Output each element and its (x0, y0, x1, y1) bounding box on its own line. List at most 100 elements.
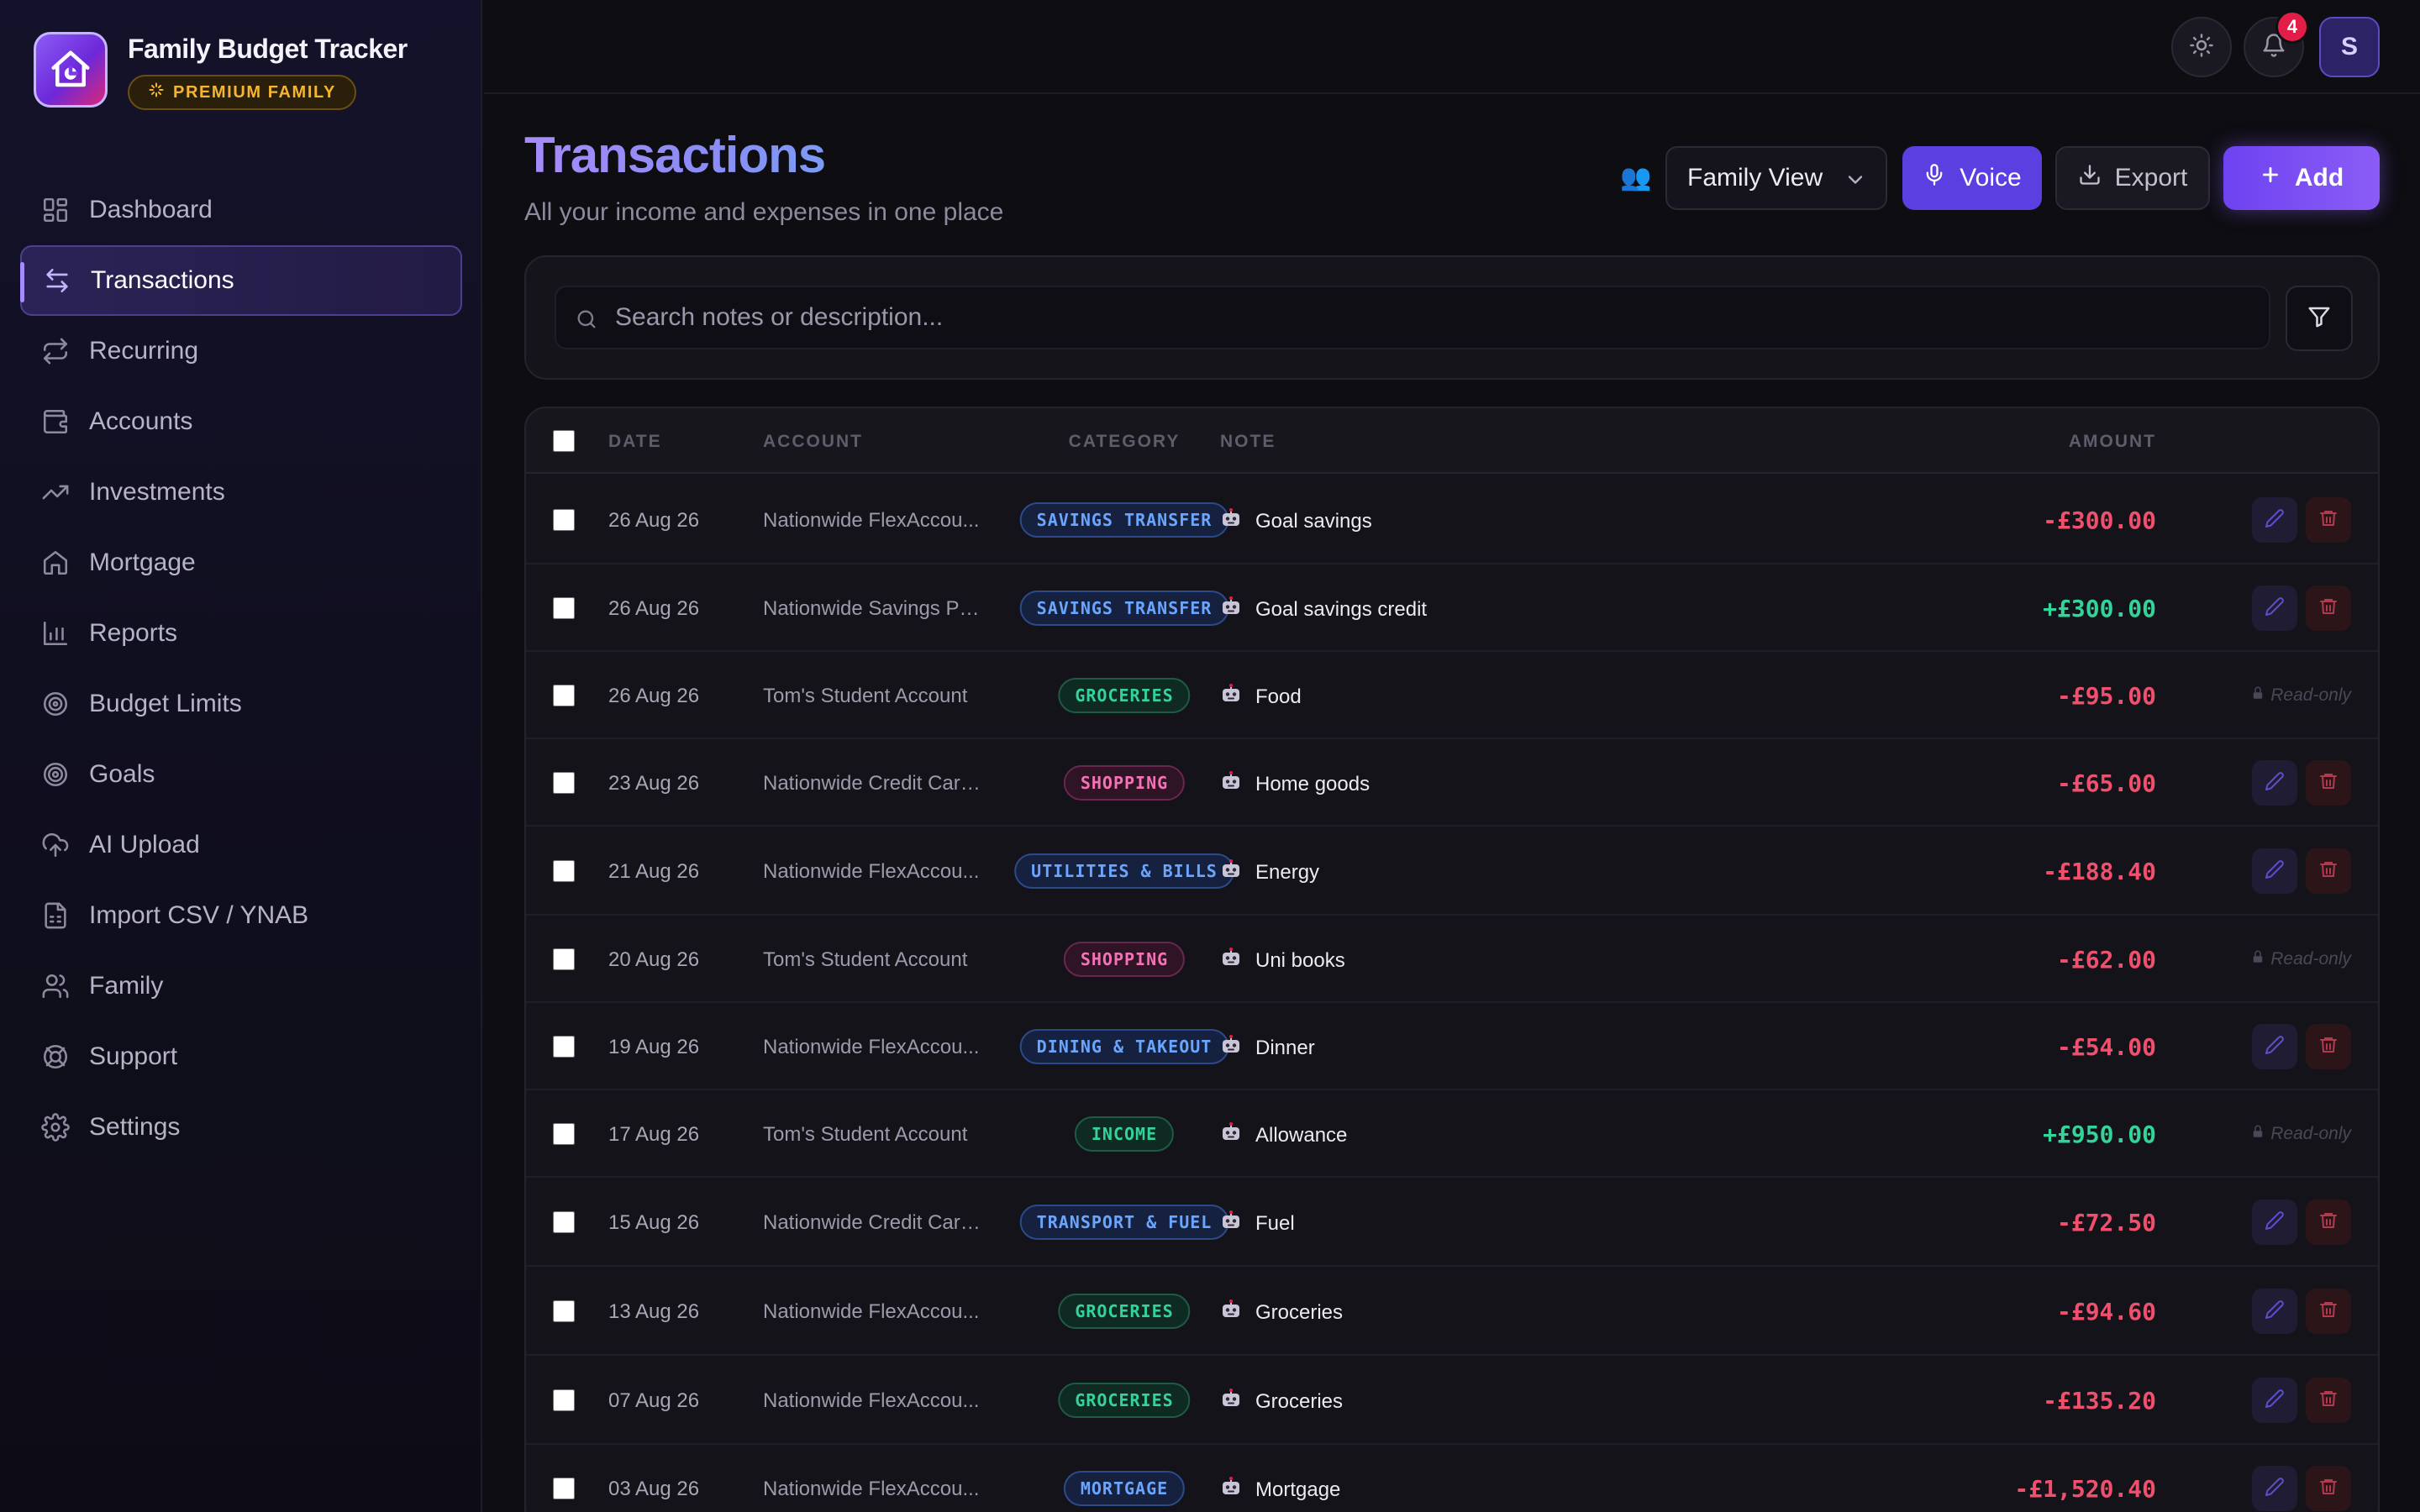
edit-button[interactable] (2252, 1466, 2297, 1511)
table-row[interactable]: 21 Aug 26 Nationwide FlexAccou... UTILITIE… (526, 827, 2378, 916)
delete-button[interactable] (2306, 1378, 2351, 1423)
table-row[interactable]: 03 Aug 26 Nationwide FlexAccou... MORTGAGE… (526, 1445, 2378, 1512)
filter-button[interactable] (2286, 286, 2353, 351)
table-row[interactable]: 17 Aug 26 Tom's Student Account INCOME Allo… (526, 1090, 2378, 1178)
trash-icon (2318, 1389, 2338, 1413)
sidebar-item-label: Reports (89, 619, 178, 647)
header-date[interactable]: DATE (608, 432, 662, 452)
voice-button[interactable]: Voice (1902, 146, 2042, 210)
select-all-checkbox[interactable] (553, 430, 575, 452)
sidebar-item-settings[interactable]: Settings (20, 1092, 462, 1163)
table-row[interactable]: 26 Aug 26 Tom's Student Account GROCERIES F… (526, 652, 2378, 739)
app-title: Family Budget Tracker (128, 34, 408, 64)
trash-icon (2318, 1299, 2338, 1324)
notification-count-badge: 4 (2275, 10, 2309, 44)
row-note-text: Uni books (1255, 948, 1345, 972)
add-transaction-button[interactable]: Add (2223, 146, 2380, 210)
pencil-icon (2265, 859, 2285, 884)
row-date: 21 Aug 26 (608, 860, 700, 883)
export-button[interactable]: Export (2055, 146, 2210, 210)
sidebar-item-recurring[interactable]: Recurring (20, 316, 462, 386)
row-checkbox[interactable] (553, 597, 575, 619)
theme-toggle-button[interactable] (2171, 17, 2232, 77)
microphone-icon (1923, 163, 1946, 193)
row-checkbox[interactable] (553, 1211, 575, 1233)
edit-button[interactable] (2252, 1200, 2297, 1245)
row-checkbox[interactable] (553, 948, 575, 970)
sidebar-item-reports[interactable]: Reports (20, 598, 462, 669)
row-note-text: Goal savings (1255, 509, 1372, 533)
category-badge: INCOME (1074, 1116, 1175, 1152)
sidebar-item-dashboard[interactable]: Dashboard (20, 175, 462, 245)
header-note[interactable]: NOTE (1220, 432, 1276, 452)
family-view-select[interactable]: Family View (1665, 146, 1887, 210)
search-input[interactable] (615, 287, 2254, 348)
table-row[interactable]: 07 Aug 26 Nationwide FlexAccou... GROCERIE… (526, 1356, 2378, 1445)
category-badge: MORTGAGE (1063, 1471, 1186, 1506)
notifications-button[interactable]: 4 (2244, 10, 2309, 77)
row-date: 17 Aug 26 (608, 1123, 700, 1146)
download-icon (2078, 163, 2102, 193)
table-row[interactable]: 26 Aug 26 Nationwide Savings Po... SAVINGS… (526, 564, 2378, 652)
sidebar-item-import-csv-ynab[interactable]: Import CSV / YNAB (20, 880, 462, 951)
table-row[interactable]: 13 Aug 26 Nationwide FlexAccou... GROCERIE… (526, 1267, 2378, 1356)
row-date: 03 Aug 26 (608, 1478, 700, 1500)
row-date: 23 Aug 26 (608, 772, 700, 795)
sidebar-item-mortgage[interactable]: Mortgage (20, 528, 462, 598)
table-row[interactable]: 19 Aug 26 Nationwide FlexAccou... DINING &… (526, 1003, 2378, 1090)
app-logo-icon[interactable] (34, 32, 108, 108)
row-checkbox[interactable] (553, 772, 575, 794)
sidebar-item-family[interactable]: Family (20, 951, 462, 1021)
table-row[interactable]: 15 Aug 26 Nationwide Credit Card... TRANSP… (526, 1178, 2378, 1267)
edit-button[interactable] (2252, 497, 2297, 543)
sidebar-item-goals[interactable]: Goals (20, 739, 462, 810)
row-checkbox[interactable] (553, 1478, 575, 1499)
edit-button[interactable] (2252, 1024, 2297, 1069)
delete-button[interactable] (2306, 1466, 2351, 1511)
row-checkbox[interactable] (553, 1300, 575, 1322)
edit-button[interactable] (2252, 848, 2297, 894)
row-date: 26 Aug 26 (608, 509, 700, 532)
header-account[interactable]: ACCOUNT (763, 432, 863, 452)
dashboard-icon (40, 195, 71, 225)
edit-button[interactable] (2252, 585, 2297, 631)
table-row[interactable]: 23 Aug 26 Nationwide Credit Card... SHOPPI… (526, 739, 2378, 827)
row-account: Tom's Student Account (763, 685, 968, 707)
read-only-indicator: Read-only (2250, 685, 2351, 706)
row-checkbox[interactable] (553, 1036, 575, 1058)
row-checkbox[interactable] (553, 1123, 575, 1145)
row-note-text: Allowance (1255, 1123, 1348, 1147)
top-bar: 4 S (484, 0, 2420, 94)
edit-button[interactable] (2252, 1378, 2297, 1423)
header-category[interactable]: CATEGORY (1023, 432, 1225, 452)
row-account: Nationwide FlexAccou... (763, 860, 980, 883)
delete-button[interactable] (2306, 760, 2351, 806)
table-row[interactable]: 20 Aug 26 Tom's Student Account SHOPPING Un… (526, 916, 2378, 1003)
row-checkbox[interactable] (553, 1389, 575, 1411)
delete-button[interactable] (2306, 848, 2351, 894)
sidebar-item-accounts[interactable]: Accounts (20, 386, 462, 457)
sidebar-item-label: Settings (89, 1113, 181, 1141)
category-badge: GROCERIES (1058, 678, 1191, 713)
sidebar-item-budget-limits[interactable]: Budget Limits (20, 669, 462, 739)
delete-button[interactable] (2306, 1024, 2351, 1069)
delete-button[interactable] (2306, 1200, 2351, 1245)
sidebar-item-transactions[interactable]: Transactions (20, 245, 462, 316)
table-row[interactable]: 26 Aug 26 Nationwide FlexAccou... SAVINGS … (526, 475, 2378, 564)
user-avatar[interactable]: S (2319, 17, 2380, 77)
sidebar-item-support[interactable]: Support (20, 1021, 462, 1092)
sidebar-item-label: Dashboard (89, 196, 213, 223)
row-checkbox[interactable] (553, 860, 575, 882)
sidebar-item-investments[interactable]: Investments (20, 457, 462, 528)
edit-button[interactable] (2252, 760, 2297, 806)
pencil-icon (2265, 1299, 2285, 1324)
delete-button[interactable] (2306, 497, 2351, 543)
delete-button[interactable] (2306, 585, 2351, 631)
row-checkbox[interactable] (553, 685, 575, 706)
sidebar: Family Budget Tracker PREMIUM FAMILY Das… (0, 0, 482, 1512)
delete-button[interactable] (2306, 1289, 2351, 1334)
edit-button[interactable] (2252, 1289, 2297, 1334)
row-checkbox[interactable] (553, 509, 575, 531)
header-amount[interactable]: AMOUNT (2069, 432, 2156, 452)
sidebar-item-ai-upload[interactable]: AI Upload (20, 810, 462, 880)
